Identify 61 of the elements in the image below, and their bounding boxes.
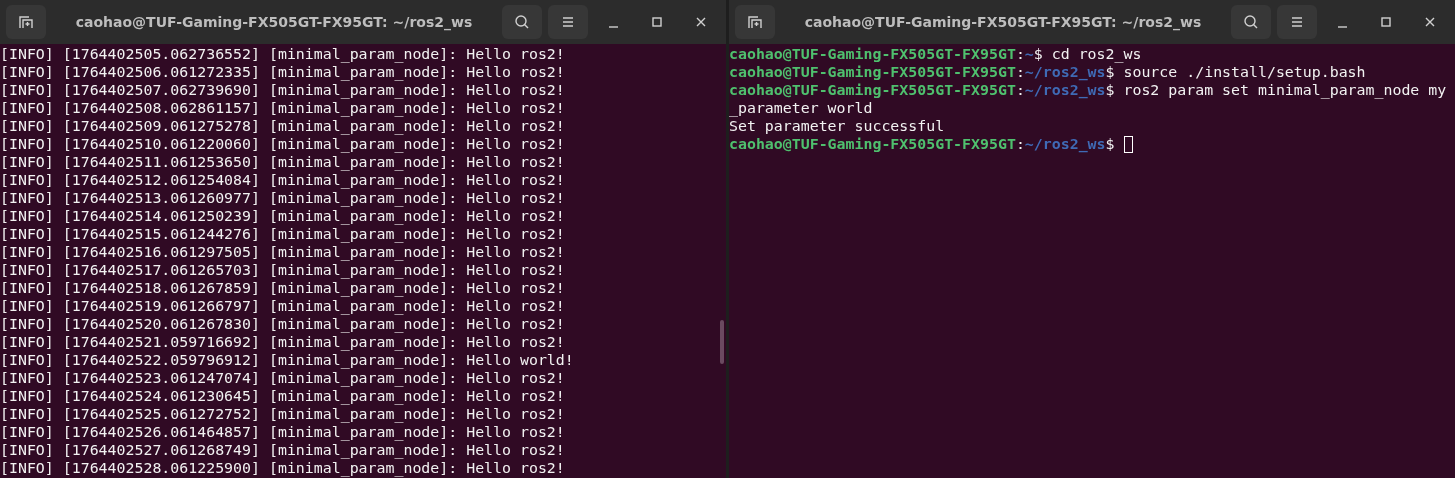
terminal-text: : — [1015, 135, 1025, 153]
terminal-text: [INFO] [1764402506.061272335] [minimal_param_node]: Hello ros2! — [0, 63, 565, 81]
new-tab-button[interactable] — [735, 5, 775, 39]
terminal-text: [INFO] [1764402516.061297505] [minimal_param_node]: Hello ros2! — [0, 243, 565, 261]
terminal-text: Set parameter successful — [729, 117, 945, 135]
terminal-text: _parameter world — [729, 99, 873, 117]
terminal-text: [INFO] [1764402509.061275278] [minimal_param_node]: Hello ros2! — [0, 117, 565, 135]
prompt-path: ~/ros2_ws — [1024, 81, 1106, 99]
search-icon — [514, 14, 530, 30]
terminal-text: $ cd ros2_ws — [1033, 45, 1142, 63]
terminal-text: [INFO] [1764402525.061272752] [minimal_param_node]: Hello ros2! — [0, 405, 565, 423]
prompt-user-host: caohao@TUF-Gaming-FX505GT-FX95GT — [729, 63, 1016, 81]
terminal-text: [INFO] [1764402515.061244276] [minimal_param_node]: Hello ros2! — [0, 225, 565, 243]
terminal-text: [INFO] [1764402512.061254084] [minimal_param_node]: Hello ros2! — [0, 171, 565, 189]
terminal-text: [INFO] [1764402527.061268749] [minimal_param_node]: Hello ros2! — [0, 441, 565, 459]
menu-button[interactable] — [1277, 5, 1317, 39]
menu-icon — [1289, 14, 1305, 30]
terminal-text: $ ros2 param set minimal_param_node my — [1105, 81, 1447, 99]
terminal-text: [INFO] [1764402523.061247074] [minimal_param_node]: Hello ros2! — [0, 369, 565, 387]
terminal-text: [INFO] [1764402505.062736552] [minimal_param_node]: Hello ros2! — [0, 45, 565, 63]
window-title: caohao@TUF-Gaming-FX505GT-FX95GT: ~/ros2_ws — [803, 14, 1203, 30]
scrollbar-thumb[interactable] — [720, 320, 724, 364]
terminal-text: [INFO] [1764402517.061265703] [minimal_param_node]: Hello ros2! — [0, 261, 565, 279]
prompt-path: ~ — [1024, 45, 1034, 63]
maximize-icon — [1378, 14, 1394, 30]
search-button[interactable] — [1231, 5, 1271, 39]
terminal-text: [INFO] [1764402510.061220060] [minimal_param_node]: Hello ros2! — [0, 135, 565, 153]
prompt-path: ~/ros2_ws — [1024, 63, 1106, 81]
window-title: caohao@TUF-Gaming-FX505GT-FX95GT: ~/ros2_ws — [74, 14, 474, 30]
prompt-user-host: caohao@TUF-Gaming-FX505GT-FX95GT — [729, 81, 1016, 99]
search-button[interactable] — [502, 5, 542, 39]
terminal-text: $ source ./install/setup.bash — [1105, 63, 1366, 81]
search-icon — [1243, 14, 1259, 30]
terminal-text: [INFO] [1764402507.062739690] [minimal_param_node]: Hello ros2! — [0, 81, 565, 99]
new-tab-icon — [18, 14, 34, 30]
prompt-path: ~/ros2_ws — [1024, 135, 1106, 153]
terminal-text: : — [1015, 45, 1025, 63]
prompt-user-host: caohao@TUF-Gaming-FX505GT-FX95GT — [729, 45, 1016, 63]
terminal-text: [INFO] [1764402508.062861157] [minimal_param_node]: Hello ros2! — [0, 99, 565, 117]
terminal-text: : — [1015, 81, 1025, 99]
terminal-text: [INFO] [1764402519.061266797] [minimal_param_node]: Hello ros2! — [0, 297, 565, 315]
new-tab-button[interactable] — [6, 5, 46, 39]
prompt-user-host: caohao@TUF-Gaming-FX505GT-FX95GT — [729, 135, 1016, 153]
terminal-text: [INFO] [1764402513.061260977] [minimal_param_node]: Hello ros2! — [0, 189, 565, 207]
terminal-text: [INFO] [1764402514.061250239] [minimal_param_node]: Hello ros2! — [0, 207, 565, 225]
terminal-text: $ — [1105, 135, 1115, 153]
minimize-icon — [1337, 26, 1347, 28]
new-tab-icon — [747, 14, 763, 30]
terminal-text: [INFO] [1764402522.059796912] [minimal_param_node]: Hello world! — [0, 351, 574, 369]
maximize-icon — [649, 14, 665, 30]
terminal-text: [INFO] [1764402521.059716692] [minimal_param_node]: Hello ros2! — [0, 333, 565, 351]
menu-button[interactable] — [548, 5, 588, 39]
minimize-icon — [608, 26, 618, 28]
terminal-text: [INFO] [1764402511.061253650] [minimal_param_node]: Hello ros2! — [0, 153, 565, 171]
terminal-text: [INFO] [1764402520.061267830] [minimal_param_node]: Hello ros2! — [0, 315, 565, 333]
terminal-text: : — [1015, 63, 1025, 81]
menu-icon — [560, 14, 576, 30]
terminal-text: [INFO] [1764402528.061225900] [minimal_param_node]: Hello ros2! — [0, 459, 565, 477]
terminal-text: [INFO] [1764402524.061230645] [minimal_param_node]: Hello ros2! — [0, 387, 565, 405]
terminal-text: [INFO] [1764402518.061267859] [minimal_param_node]: Hello ros2! — [0, 279, 565, 297]
terminal-text: [INFO] [1764402526.061464857] [minimal_param_node]: Hello ros2! — [0, 423, 565, 441]
